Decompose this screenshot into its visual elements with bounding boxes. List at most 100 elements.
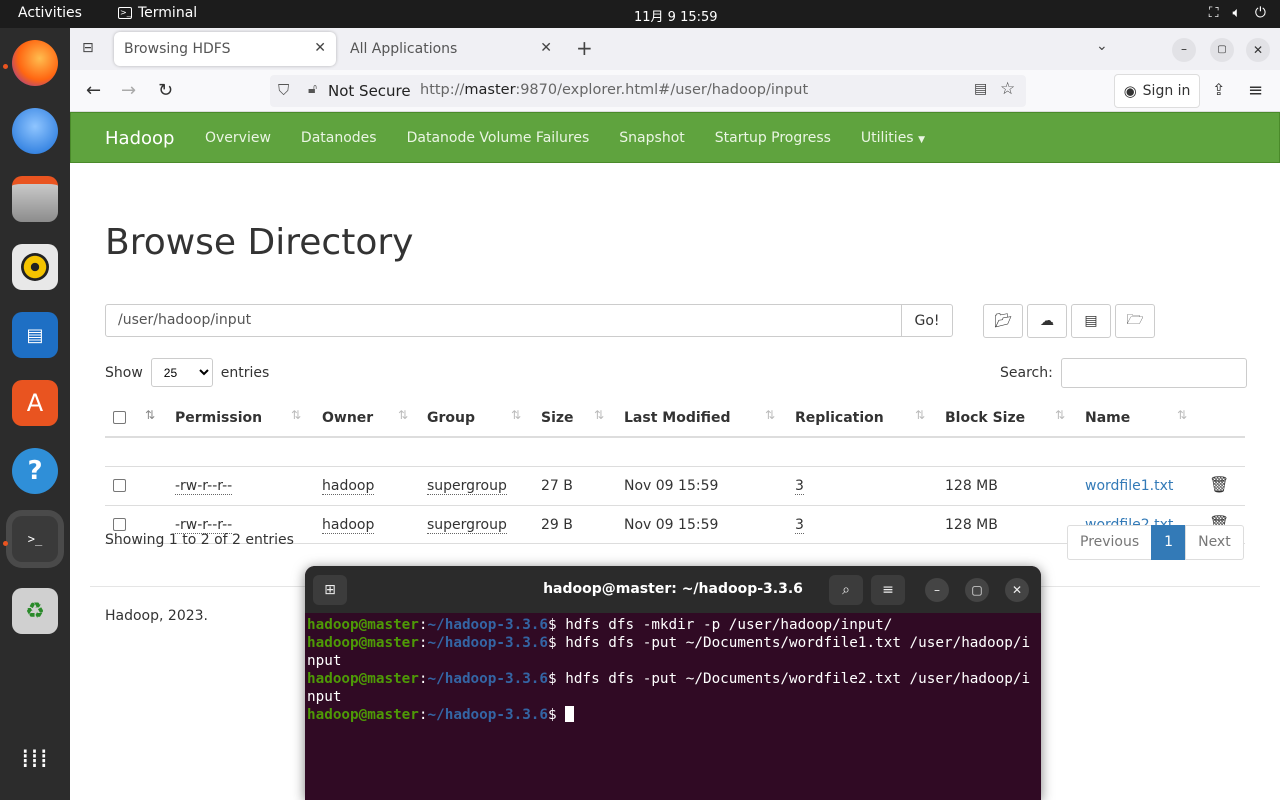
header-replication[interactable]: Replication bbox=[795, 410, 884, 426]
back-icon[interactable]: ← bbox=[86, 80, 101, 101]
cell-group[interactable]: supergroup bbox=[427, 517, 507, 534]
reload-icon[interactable]: ↻ bbox=[158, 80, 173, 101]
upload-button[interactable]: ☁ bbox=[1027, 304, 1067, 338]
caret-down-icon: ▼ bbox=[918, 135, 925, 145]
go-button[interactable]: Go! bbox=[901, 304, 953, 337]
create-directory-button[interactable]: 📂︎ bbox=[983, 304, 1023, 338]
sort-icon[interactable]: ⇅ bbox=[398, 408, 408, 422]
next-button[interactable]: Next bbox=[1185, 525, 1244, 560]
close-window-button[interactable]: ✕ bbox=[1246, 38, 1270, 62]
footer-text: Hadoop, 2023. bbox=[105, 608, 208, 624]
header-group[interactable]: Group bbox=[427, 410, 475, 426]
cut-button[interactable]: ▤ bbox=[1071, 304, 1111, 338]
menu-button[interactable]: ≡ bbox=[871, 575, 905, 605]
shield-icon[interactable]: ⛉ bbox=[278, 81, 289, 99]
clock[interactable]: 11月 9 15:59 bbox=[634, 6, 718, 25]
search-button[interactable]: ⌕ bbox=[829, 575, 863, 605]
trash-icon[interactable]: ♻ bbox=[12, 588, 58, 634]
tab-label: Browsing HDFS bbox=[124, 41, 231, 57]
minimize-button[interactable]: – bbox=[925, 578, 949, 602]
tab-browsing-hdfs[interactable]: Browsing HDFS ✕ bbox=[114, 32, 336, 66]
url-bar[interactable]: ⛉ 🔓︎ Not Secure http://master:9870/explo… bbox=[270, 75, 1026, 107]
nav-utilities-label: Utilities bbox=[860, 130, 914, 146]
nav-snapshot[interactable]: Snapshot bbox=[619, 130, 684, 146]
page-1-button[interactable]: 1 bbox=[1151, 525, 1187, 560]
cell-owner[interactable]: hadoop bbox=[322, 517, 375, 534]
row-checkbox[interactable] bbox=[113, 479, 126, 492]
terminal-icon[interactable]: >_ bbox=[12, 516, 58, 562]
directory-path-input[interactable]: /user/hadoop/input bbox=[105, 304, 902, 337]
tab-list-icon[interactable]: ⊟ bbox=[82, 40, 94, 56]
hadoop-brand[interactable]: Hadoop bbox=[105, 128, 174, 149]
header-last-modified[interactable]: Last Modified bbox=[624, 410, 731, 426]
minimize-window-button[interactable]: – bbox=[1172, 38, 1196, 62]
nav-startup-progress[interactable]: Startup Progress bbox=[715, 130, 831, 146]
bookmark-star-icon[interactable]: ☆ bbox=[1000, 79, 1015, 99]
sort-icon[interactable]: ⇅ bbox=[291, 408, 301, 422]
rhythmbox-icon[interactable] bbox=[12, 244, 58, 290]
nav-overview[interactable]: Overview bbox=[205, 130, 271, 146]
sort-icon[interactable]: ⇅ bbox=[915, 408, 925, 422]
sort-icon[interactable]: ⇅ bbox=[1055, 408, 1065, 422]
select-all-checkbox[interactable] bbox=[113, 411, 126, 424]
pagination: Previous 1 Next bbox=[1067, 525, 1244, 560]
sort-icon[interactable]: ⇅ bbox=[145, 408, 155, 422]
help-icon[interactable]: ? bbox=[12, 448, 58, 494]
url-text[interactable]: http://master:9870/explorer.html#/user/h… bbox=[420, 82, 808, 98]
security-label[interactable]: Not Secure bbox=[328, 82, 411, 100]
prompt-path: ~/hadoop-3.3.6 bbox=[427, 635, 549, 651]
header-owner[interactable]: Owner bbox=[322, 410, 373, 426]
insecure-lock-icon[interactable]: 🔓︎ bbox=[308, 81, 317, 97]
close-tab-icon[interactable]: ✕ bbox=[314, 40, 326, 56]
tab-all-applications[interactable]: All Applications ✕ bbox=[340, 32, 562, 66]
active-app-menu[interactable]: >_ Terminal bbox=[118, 5, 197, 21]
search-input[interactable] bbox=[1060, 358, 1247, 388]
show-apps-icon[interactable]: ⁞⁞⁞ bbox=[12, 736, 58, 782]
sign-in-button[interactable]: ◉ Sign in bbox=[1114, 74, 1200, 108]
firefox-icon[interactable] bbox=[12, 40, 58, 86]
nav-utilities[interactable]: Utilities ▼ bbox=[861, 130, 925, 146]
header-name[interactable]: Name bbox=[1085, 410, 1130, 426]
sort-icon[interactable]: ⇅ bbox=[765, 408, 775, 422]
previous-button[interactable]: Previous bbox=[1067, 525, 1153, 560]
cell-group[interactable]: supergroup bbox=[427, 478, 507, 495]
activities-button[interactable]: Activities bbox=[18, 5, 82, 21]
close-button[interactable]: ✕ bbox=[1005, 578, 1029, 602]
cell-replication[interactable]: 3 bbox=[795, 478, 804, 495]
list-all-tabs-icon[interactable]: ⌄ bbox=[1096, 38, 1108, 54]
sort-icon[interactable]: ⇅ bbox=[1177, 408, 1187, 422]
prompt-user: hadoop@master bbox=[307, 617, 419, 633]
nav-volume-failures[interactable]: Datanode Volume Failures bbox=[407, 130, 590, 146]
app-center-icon[interactable]: A bbox=[12, 380, 58, 426]
table-info: Showing 1 to 2 of 2 entries bbox=[105, 532, 294, 548]
paste-button[interactable]: 🗁︎ bbox=[1115, 304, 1155, 338]
page-length-select[interactable]: 25 bbox=[150, 358, 213, 387]
reader-view-icon[interactable]: ▤ bbox=[974, 81, 987, 97]
maximize-button[interactable]: ▢ bbox=[965, 578, 989, 602]
sort-icon[interactable]: ⇅ bbox=[594, 408, 604, 422]
close-tab-icon[interactable]: ✕ bbox=[540, 40, 552, 56]
trash-icon[interactable]: 🗑︎ bbox=[1209, 475, 1229, 494]
cell-owner[interactable]: hadoop bbox=[322, 478, 375, 495]
cell-modified: Nov 09 15:59 bbox=[624, 517, 719, 533]
system-tray[interactable]: ⛶ 🔈︎ ⏻ bbox=[1209, 5, 1266, 21]
header-block-size[interactable]: Block Size bbox=[945, 410, 1025, 426]
nav-datanodes[interactable]: Datanodes bbox=[301, 130, 377, 146]
sort-icon[interactable]: ⇅ bbox=[511, 408, 521, 422]
files-icon[interactable] bbox=[12, 176, 58, 222]
maximize-window-button[interactable]: ▢ bbox=[1210, 38, 1234, 62]
terminal-line: hadoop@master:~/hadoop-3.3.6$ hdfs dfs -… bbox=[307, 617, 893, 633]
header-size[interactable]: Size bbox=[541, 410, 574, 426]
extensions-icon[interactable]: ⇪ bbox=[1212, 80, 1225, 99]
app-menu-icon[interactable]: ≡ bbox=[1248, 80, 1263, 101]
header-permission[interactable]: Permission bbox=[175, 410, 262, 426]
writer-icon[interactable]: ▤ bbox=[12, 312, 58, 358]
file-link[interactable]: wordfile1.txt bbox=[1085, 478, 1173, 494]
row-checkbox[interactable] bbox=[113, 518, 126, 531]
forward-icon[interactable]: → bbox=[121, 80, 136, 101]
cell-replication[interactable]: 3 bbox=[795, 517, 804, 534]
new-tab-icon[interactable]: + bbox=[576, 36, 593, 60]
thunderbird-icon[interactable] bbox=[12, 108, 58, 154]
cell-permission[interactable]: -rw-r--r-- bbox=[175, 478, 233, 495]
terminal-output[interactable]: hadoop@master:~/hadoop-3.3.6$ hdfs dfs -… bbox=[307, 616, 1037, 724]
